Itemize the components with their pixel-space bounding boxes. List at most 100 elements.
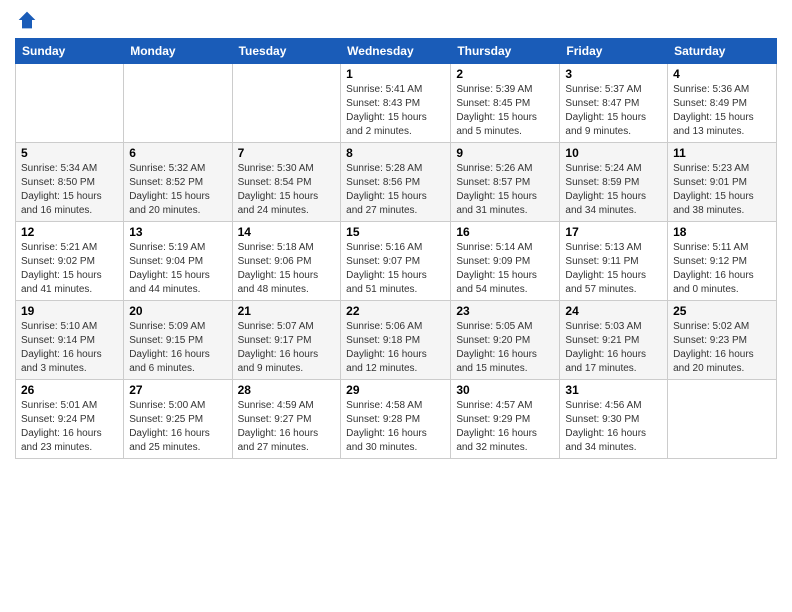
calendar-cell: 22Sunrise: 5:06 AM Sunset: 9:18 PM Dayli… (341, 301, 451, 380)
day-info: Sunrise: 5:00 AM Sunset: 9:25 PM Dayligh… (129, 399, 226, 455)
day-info: Sunrise: 5:03 AM Sunset: 9:21 PM Dayligh… (565, 320, 662, 376)
calendar-cell (668, 380, 777, 459)
day-info: Sunrise: 5:02 AM Sunset: 9:23 PM Dayligh… (673, 320, 771, 376)
calendar-cell: 11 Sunrise: 5:23 AM Sunset: 9:01 PM Dayli… (668, 143, 777, 222)
day-info: Sunrise: 5:34 AM Sunset: 8:50 PM Dayligh… (21, 162, 118, 218)
calendar-cell: 20 Sunrise: 5:09 AM Sunset: 9:15 PM Dayli… (124, 301, 232, 380)
calendar-cell: 23Sunrise: 5:05 AM Sunset: 9:20 PM Dayli… (451, 301, 560, 380)
weekday-header: Tuesday (232, 39, 341, 64)
calendar-cell: 17 Sunrise: 5:13 AM Sunset: 9:11 PM Dayli… (560, 222, 668, 301)
day-number: 9 (456, 146, 554, 160)
calendar-cell: 19 Sunrise: 5:10 AM Sunset: 9:14 PM Dayli… (16, 301, 124, 380)
weekday-header: Thursday (451, 39, 560, 64)
calendar-cell: 12 Sunrise: 5:21 AM Sunset: 9:02 PM Dayli… (16, 222, 124, 301)
day-info: Sunrise: 5:30 AM Sunset: 8:54 PM Dayligh… (238, 162, 336, 218)
day-info: Sunrise: 5:37 AM Sunset: 8:47 PM Dayligh… (565, 83, 662, 139)
day-info: Sunrise: 5:24 AM Sunset: 8:59 PM Dayligh… (565, 162, 662, 218)
calendar-cell: 28 Sunrise: 4:59 AM Sunset: 9:27 PM Dayli… (232, 380, 341, 459)
day-number: 12 (21, 225, 118, 239)
calendar-cell: 3 Sunrise: 5:37 AM Sunset: 8:47 PM Daylig… (560, 64, 668, 143)
day-info: Sunrise: 5:39 AM Sunset: 8:45 PM Dayligh… (456, 83, 554, 139)
calendar-cell: 24 Sunrise: 5:03 AM Sunset: 9:21 PM Dayli… (560, 301, 668, 380)
day-number: 31 (565, 383, 662, 397)
calendar-cell: 21 Sunrise: 5:07 AM Sunset: 9:17 PM Dayli… (232, 301, 341, 380)
day-info: Sunrise: 5:26 AM Sunset: 8:57 PM Dayligh… (456, 162, 554, 218)
day-info: Sunrise: 5:11 AM Sunset: 9:12 PM Dayligh… (673, 241, 771, 297)
day-info: Sunrise: 4:57 AM Sunset: 9:29 PM Dayligh… (456, 399, 554, 455)
day-number: 30 (456, 383, 554, 397)
day-number: 25 (673, 304, 771, 318)
calendar-cell: 10 Sunrise: 5:24 AM Sunset: 8:59 PM Dayli… (560, 143, 668, 222)
day-info: Sunrise: 4:58 AM Sunset: 9:28 PM Dayligh… (346, 399, 445, 455)
day-info: Sunrise: 5:23 AM Sunset: 9:01 PM Dayligh… (673, 162, 771, 218)
calendar-table: SundayMondayTuesdayWednesdayThursdayFrid… (15, 38, 777, 459)
calendar-cell (232, 64, 341, 143)
day-number: 29 (346, 383, 445, 397)
day-info: Sunrise: 5:32 AM Sunset: 8:52 PM Dayligh… (129, 162, 226, 218)
day-number: 13 (129, 225, 226, 239)
weekday-header: Wednesday (341, 39, 451, 64)
calendar-cell: 5 Sunrise: 5:34 AM Sunset: 8:50 PM Daylig… (16, 143, 124, 222)
day-number: 10 (565, 146, 662, 160)
calendar-cell: 6Sunrise: 5:32 AM Sunset: 8:52 PM Daylig… (124, 143, 232, 222)
day-info: Sunrise: 5:19 AM Sunset: 9:04 PM Dayligh… (129, 241, 226, 297)
weekday-header: Sunday (16, 39, 124, 64)
calendar-week-row: 5 Sunrise: 5:34 AM Sunset: 8:50 PM Daylig… (16, 143, 777, 222)
day-number: 15 (346, 225, 445, 239)
logo (15, 10, 37, 30)
weekday-header: Monday (124, 39, 232, 64)
day-number: 14 (238, 225, 336, 239)
calendar-cell: 18Sunrise: 5:11 AM Sunset: 9:12 PM Dayli… (668, 222, 777, 301)
calendar-cell: 31Sunrise: 4:56 AM Sunset: 9:30 PM Dayli… (560, 380, 668, 459)
calendar-cell: 15 Sunrise: 5:16 AM Sunset: 9:07 PM Dayli… (341, 222, 451, 301)
calendar-cell: 1 Sunrise: 5:41 AM Sunset: 8:43 PM Daylig… (341, 64, 451, 143)
calendar-cell: 29 Sunrise: 4:58 AM Sunset: 9:28 PM Dayli… (341, 380, 451, 459)
day-info: Sunrise: 4:59 AM Sunset: 9:27 PM Dayligh… (238, 399, 336, 455)
day-number: 1 (346, 67, 445, 81)
day-number: 20 (129, 304, 226, 318)
calendar-cell: 4Sunrise: 5:36 AM Sunset: 8:49 PM Daylig… (668, 64, 777, 143)
day-number: 24 (565, 304, 662, 318)
day-number: 21 (238, 304, 336, 318)
day-number: 17 (565, 225, 662, 239)
day-info: Sunrise: 5:09 AM Sunset: 9:15 PM Dayligh… (129, 320, 226, 376)
day-number: 4 (673, 67, 771, 81)
day-number: 5 (21, 146, 118, 160)
day-number: 16 (456, 225, 554, 239)
day-number: 27 (129, 383, 226, 397)
day-number: 11 (673, 146, 771, 160)
day-number: 23 (456, 304, 554, 318)
day-info: Sunrise: 5:10 AM Sunset: 9:14 PM Dayligh… (21, 320, 118, 376)
calendar-cell: 9 Sunrise: 5:26 AM Sunset: 8:57 PM Daylig… (451, 143, 560, 222)
calendar-cell: 2 Sunrise: 5:39 AM Sunset: 8:45 PM Daylig… (451, 64, 560, 143)
weekday-header: Saturday (668, 39, 777, 64)
calendar-cell: 30 Sunrise: 4:57 AM Sunset: 9:29 PM Dayli… (451, 380, 560, 459)
day-info: Sunrise: 5:28 AM Sunset: 8:56 PM Dayligh… (346, 162, 445, 218)
calendar-cell: 16 Sunrise: 5:14 AM Sunset: 9:09 PM Dayli… (451, 222, 560, 301)
day-info: Sunrise: 5:07 AM Sunset: 9:17 PM Dayligh… (238, 320, 336, 376)
day-info: Sunrise: 5:21 AM Sunset: 9:02 PM Dayligh… (21, 241, 118, 297)
day-info: Sunrise: 5:13 AM Sunset: 9:11 PM Dayligh… (565, 241, 662, 297)
calendar-cell: 7Sunrise: 5:30 AM Sunset: 8:54 PM Daylig… (232, 143, 341, 222)
calendar-cell: 25 Sunrise: 5:02 AM Sunset: 9:23 PM Dayli… (668, 301, 777, 380)
calendar-cell: 14Sunrise: 5:18 AM Sunset: 9:06 PM Dayli… (232, 222, 341, 301)
calendar-week-row: 19 Sunrise: 5:10 AM Sunset: 9:14 PM Dayli… (16, 301, 777, 380)
day-number: 19 (21, 304, 118, 318)
calendar-cell: 27 Sunrise: 5:00 AM Sunset: 9:25 PM Dayli… (124, 380, 232, 459)
day-number: 3 (565, 67, 662, 81)
day-number: 28 (238, 383, 336, 397)
day-info: Sunrise: 5:14 AM Sunset: 9:09 PM Dayligh… (456, 241, 554, 297)
day-number: 8 (346, 146, 445, 160)
day-number: 2 (456, 67, 554, 81)
page-container: SundayMondayTuesdayWednesdayThursdayFrid… (0, 0, 792, 469)
logo-icon (17, 10, 37, 30)
day-number: 22 (346, 304, 445, 318)
day-info: Sunrise: 5:41 AM Sunset: 8:43 PM Dayligh… (346, 83, 445, 139)
calendar-week-row: 26 Sunrise: 5:01 AM Sunset: 9:24 PM Dayli… (16, 380, 777, 459)
calendar-week-row: 12 Sunrise: 5:21 AM Sunset: 9:02 PM Dayli… (16, 222, 777, 301)
calendar-cell: 26 Sunrise: 5:01 AM Sunset: 9:24 PM Dayli… (16, 380, 124, 459)
day-info: Sunrise: 5:01 AM Sunset: 9:24 PM Dayligh… (21, 399, 118, 455)
weekday-header: Friday (560, 39, 668, 64)
day-info: Sunrise: 5:16 AM Sunset: 9:07 PM Dayligh… (346, 241, 445, 297)
day-number: 26 (21, 383, 118, 397)
